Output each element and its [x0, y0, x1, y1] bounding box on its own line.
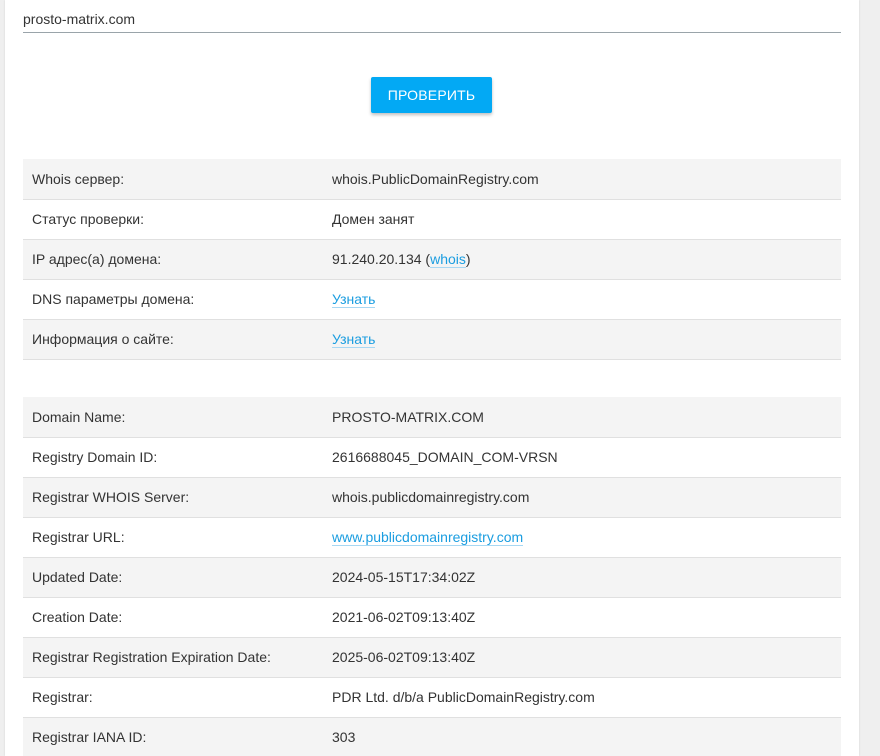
row-label: IP адрес(а) домена:: [23, 239, 323, 280]
row-value: Домен занят: [323, 199, 841, 240]
row-label: Updated Date:: [23, 557, 323, 598]
dns-info-link[interactable]: Узнать: [332, 291, 376, 308]
row-value: www.publicdomainregistry.com: [323, 517, 841, 558]
row-value: whois.publicdomainregistry.com: [323, 477, 841, 518]
row-value: 2021-06-02T09:13:40Z: [323, 597, 841, 638]
row-label: Registrar WHOIS Server:: [23, 477, 323, 518]
row-value: whois.PublicDomainRegistry.com: [323, 159, 841, 200]
table-row: Registrar: PDR Ltd. d/b/a PublicDomainRe…: [23, 677, 841, 718]
table-row: Creation Date: 2021-06-02T09:13:40Z: [23, 597, 841, 638]
status-table: Whois сервер: whois.PublicDomainRegistry…: [23, 159, 841, 360]
row-value: PROSTO-MATRIX.COM: [323, 397, 841, 438]
table-row: IP адрес(а) домена: 91.240.20.134 (whois…: [23, 239, 841, 280]
domain-input[interactable]: [23, 6, 841, 33]
row-label: Registrar URL:: [23, 517, 323, 558]
row-label: Registrar:: [23, 677, 323, 718]
row-value: Узнать: [323, 319, 841, 360]
table-row: Статус проверки: Домен занят: [23, 199, 841, 240]
check-button[interactable]: ПРОВЕРИТЬ: [371, 77, 492, 113]
whois-table: Domain Name: PROSTO-MATRIX.COM Registry …: [23, 397, 841, 756]
row-label: Registrar Registration Expiration Date:: [23, 637, 323, 678]
row-value: 91.240.20.134 (whois): [323, 239, 841, 280]
site-info-link[interactable]: Узнать: [332, 331, 376, 348]
row-value: PDR Ltd. d/b/a PublicDomainRegistry.com: [323, 677, 841, 718]
row-label: Creation Date:: [23, 597, 323, 638]
row-label: Domain Name:: [23, 397, 323, 438]
row-label: Registry Domain ID:: [23, 437, 323, 478]
row-label: Статус проверки:: [23, 199, 323, 240]
table-row: Whois сервер: whois.PublicDomainRegistry…: [23, 159, 841, 200]
row-value: 2025-06-02T09:13:40Z: [323, 637, 841, 678]
table-row: Registrar IANA ID: 303: [23, 717, 841, 756]
table-row: Registrar Registration Expiration Date: …: [23, 637, 841, 678]
table-row: Updated Date: 2024-05-15T17:34:02Z: [23, 557, 841, 598]
page-background-gutter: [859, 0, 880, 756]
row-value: 2024-05-15T17:34:02Z: [323, 557, 841, 598]
row-label: Registrar IANA ID:: [23, 717, 323, 756]
table-row: Registrar WHOIS Server: whois.publicdoma…: [23, 477, 841, 518]
table-row: Registrar URL: www.publicdomainregistry.…: [23, 517, 841, 558]
table-row: Domain Name: PROSTO-MATRIX.COM: [23, 397, 841, 438]
ip-whois-link[interactable]: whois: [430, 251, 466, 268]
row-value: 2616688045_DOMAIN_COM-VRSN: [323, 437, 841, 478]
table-row: DNS параметры домена: Узнать: [23, 279, 841, 320]
table-row: Информация о сайте: Узнать: [23, 319, 841, 360]
whois-card: ПРОВЕРИТЬ Whois сервер: whois.PublicDoma…: [5, 0, 859, 756]
close-paren: ): [465, 251, 471, 267]
row-label: DNS параметры домена:: [23, 279, 323, 320]
row-label: Whois сервер:: [23, 159, 323, 200]
row-label: Информация о сайте:: [23, 319, 323, 360]
registrar-url-link[interactable]: www.publicdomainregistry.com: [332, 529, 524, 546]
table-row: Registry Domain ID: 2616688045_DOMAIN_CO…: [23, 437, 841, 478]
ip-address: 91.240.20.134: [332, 251, 422, 267]
row-value: 303: [323, 717, 841, 756]
row-value: Узнать: [323, 279, 841, 320]
